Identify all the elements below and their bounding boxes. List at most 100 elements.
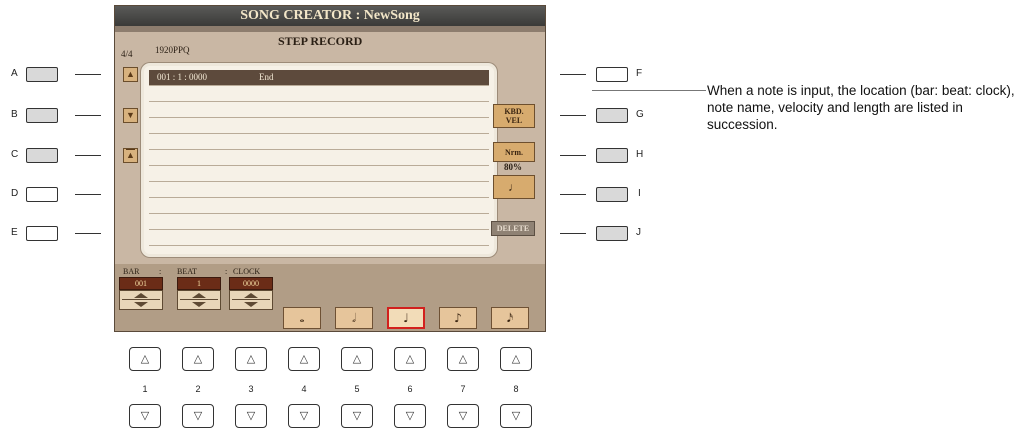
quarter-note-icon: ♩ xyxy=(403,311,409,325)
leader-line-e xyxy=(75,233,101,234)
empty-row[interactable] xyxy=(149,182,489,198)
empty-row[interactable] xyxy=(149,230,489,246)
decrement-icon xyxy=(192,302,206,307)
hw-down-button-6[interactable]: ▽ xyxy=(394,404,426,428)
event-name: End xyxy=(259,72,274,82)
increment-icon xyxy=(134,293,148,298)
kbd-vel-button[interactable]: KBD. VEL xyxy=(493,104,535,128)
up-triangle-icon: △ xyxy=(352,352,362,365)
leader-line-b xyxy=(75,115,101,116)
beat-label: BEAT xyxy=(177,267,197,276)
leader-line-c xyxy=(75,155,101,156)
hw-down-button-7[interactable]: ▽ xyxy=(447,404,479,428)
half-note-button[interactable]: 𝅗𝅥 xyxy=(335,307,373,329)
resolution-label: 1920PPQ xyxy=(155,45,190,55)
panel-button-f[interactable] xyxy=(596,67,628,82)
empty-row[interactable] xyxy=(149,86,489,102)
hw-down-button-4[interactable]: ▽ xyxy=(288,404,320,428)
empty-row[interactable] xyxy=(149,134,489,150)
hw-up-button-6[interactable]: △ xyxy=(394,347,426,371)
up-triangle-icon: △ xyxy=(140,352,150,365)
up-triangle-icon: △ xyxy=(458,352,468,365)
up-triangle-icon: △ xyxy=(511,352,521,365)
panel-button-g[interactable] xyxy=(596,108,628,123)
empty-row[interactable] xyxy=(149,150,489,166)
separator-2: : xyxy=(225,267,228,276)
leader-line-g xyxy=(560,115,586,116)
empty-row[interactable] xyxy=(149,214,489,230)
hw-down-button-8[interactable]: ▽ xyxy=(500,404,532,428)
panel-button-d[interactable] xyxy=(26,187,58,202)
button-letter-g: G xyxy=(636,109,644,120)
event-row[interactable]: 001 : 1 : 0000 End xyxy=(149,70,489,86)
hw-down-button-3[interactable]: ▽ xyxy=(235,404,267,428)
hw-up-button-8[interactable]: △ xyxy=(500,347,532,371)
scroll-up-button[interactable]: ▲ xyxy=(123,67,138,82)
down-triangle-icon: ▽ xyxy=(246,409,256,422)
hw-number-4: 4 xyxy=(301,384,307,394)
hw-number-1: 1 xyxy=(142,384,148,394)
button-letter-e: E xyxy=(11,227,18,238)
window-title: SONG CREATOR : NewSong xyxy=(115,6,545,26)
hw-up-button-1[interactable]: △ xyxy=(129,347,161,371)
sixteenth-note-button[interactable]: 𝅘𝅥𝅯 xyxy=(491,307,529,329)
increment-icon xyxy=(192,293,206,298)
button-letter-c: C xyxy=(11,149,19,160)
hw-up-button-4[interactable]: △ xyxy=(288,347,320,371)
bar-spinner[interactable] xyxy=(119,290,163,310)
panel-button-j[interactable] xyxy=(596,226,628,241)
spinner-divider xyxy=(232,299,270,300)
panel-button-e[interactable] xyxy=(26,226,58,241)
panel-button-c[interactable] xyxy=(26,148,58,163)
hw-up-button-7[interactable]: △ xyxy=(447,347,479,371)
tab-strip xyxy=(115,26,545,32)
empty-row[interactable] xyxy=(149,118,489,134)
hw-number-7: 7 xyxy=(460,384,466,394)
half-note-icon: 𝅗𝅥 xyxy=(352,311,356,325)
triangle-up-icon: ▲ xyxy=(126,69,135,79)
event-list[interactable]: 001 : 1 : 0000 End xyxy=(149,70,489,246)
note-length-button[interactable]: ♩ xyxy=(493,175,535,199)
down-triangle-icon: ▽ xyxy=(352,409,362,422)
down-triangle-icon: ▽ xyxy=(458,409,468,422)
quarter-note-button[interactable]: ♩ xyxy=(387,307,425,329)
button-letter-f: F xyxy=(636,68,643,79)
delete-button[interactable]: DELETE xyxy=(491,221,535,236)
panel-button-h[interactable] xyxy=(596,148,628,163)
button-letter-i: I xyxy=(638,188,641,199)
triangle-down-icon: ▼ xyxy=(126,110,135,120)
beat-spinner[interactable] xyxy=(177,290,221,310)
hw-down-button-1[interactable]: ▽ xyxy=(129,404,161,428)
empty-row[interactable] xyxy=(149,198,489,214)
hw-number-3: 3 xyxy=(248,384,254,394)
normal-value: 80% xyxy=(504,162,522,172)
hw-up-button-2[interactable]: △ xyxy=(182,347,214,371)
empty-row[interactable] xyxy=(149,166,489,182)
clock-spinner[interactable] xyxy=(229,290,273,310)
scroll-top-button[interactable]: ▲ xyxy=(123,148,138,163)
event-location: 001 : 1 : 0000 xyxy=(157,72,208,82)
normal-label: Nrm. xyxy=(505,147,523,157)
eighth-note-button[interactable]: ♪ xyxy=(439,307,477,329)
bottom-panel: BAR : BEAT : CLOCK 001 1 0000 𝅝 𝅗𝅥 ♩ ♪ 𝅘… xyxy=(115,264,545,331)
hw-down-button-2[interactable]: ▽ xyxy=(182,404,214,428)
whole-note-button[interactable]: 𝅝 xyxy=(283,307,321,329)
hw-up-button-3[interactable]: △ xyxy=(235,347,267,371)
panel-button-i[interactable] xyxy=(596,187,628,202)
normal-button[interactable]: Nrm. xyxy=(493,142,535,162)
leader-line-h xyxy=(560,155,586,156)
panel-button-a[interactable] xyxy=(26,67,58,82)
clock-label: CLOCK xyxy=(233,267,261,276)
down-triangle-icon: ▽ xyxy=(193,409,203,422)
beat-value: 1 xyxy=(177,277,221,290)
hw-up-button-5[interactable]: △ xyxy=(341,347,373,371)
scroll-down-button[interactable]: ▼ xyxy=(123,108,138,123)
triangle-up-bar-icon: ▲ xyxy=(126,149,135,160)
hw-down-button-5[interactable]: ▽ xyxy=(341,404,373,428)
down-triangle-icon: ▽ xyxy=(299,409,309,422)
button-letter-d: D xyxy=(11,188,19,199)
hw-number-5: 5 xyxy=(354,384,360,394)
panel-button-b[interactable] xyxy=(26,108,58,123)
kbd-vel-label-1: KBD. xyxy=(504,107,524,116)
empty-row[interactable] xyxy=(149,102,489,118)
